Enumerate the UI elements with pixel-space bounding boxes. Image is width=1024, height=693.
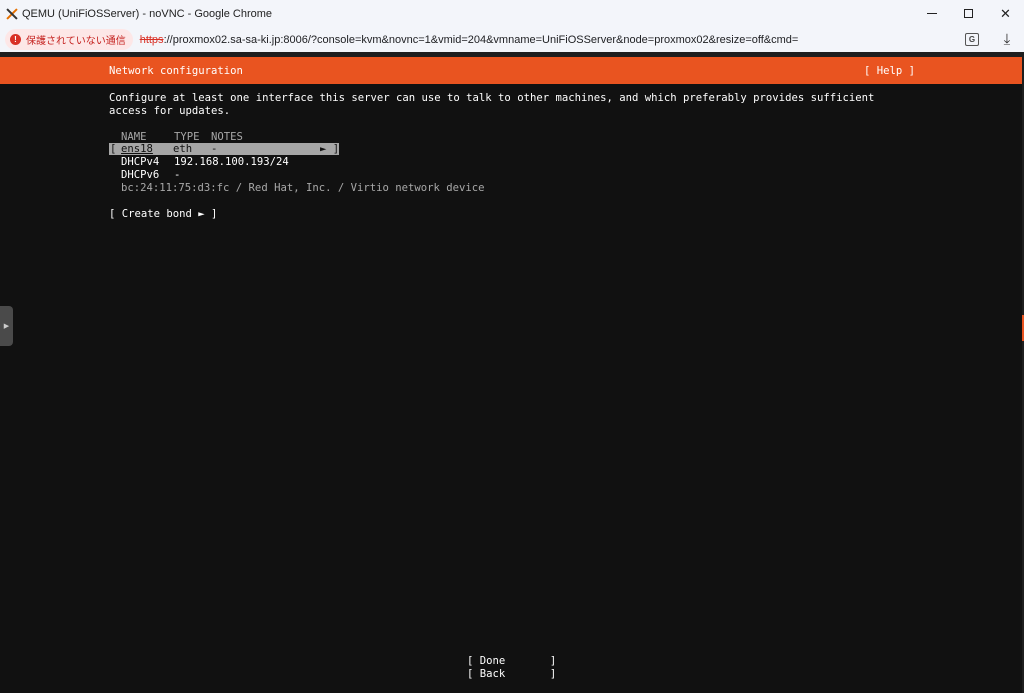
page-title: Network configuration [109,65,243,77]
translate-button[interactable]: G [963,30,981,48]
window-title: QEMU (UniFiOSServer) - noVNC - Google Ch… [22,7,273,20]
row-bracket-open: [ [110,143,117,155]
chevron-right-icon: ▶ [3,323,10,330]
installer-screen: Network configuration [ Help ] Configure… [0,57,1022,693]
back-button[interactable]: [ Back ] [467,668,556,681]
address-bar: ! 保護されていない通信 https://proxmox02.sa-sa-ki.… [0,27,1024,52]
done-button[interactable]: [ Done ] [467,655,556,668]
minimize-button[interactable] [913,0,950,27]
close-button[interactable]: ✕ [987,0,1024,27]
warning-icon: ! [10,34,21,45]
create-bond-button[interactable]: [ Create bond ► ] [109,208,217,221]
download-button[interactable]: ⤓ [998,30,1016,48]
translate-icon: G [965,32,979,46]
window-controls: ✕ [913,0,1024,27]
dhcpv4-label: DHCPv4 [121,156,160,168]
novnc-sidebar-handle[interactable]: ▶ [0,306,13,346]
url-scheme: https [139,33,164,46]
minimize-icon [926,13,937,14]
row-arrow-icon: ► ] [320,143,340,155]
dhcpv4-value: 192.168.100.193/24 [174,156,289,168]
browser-title-bar: QEMU (UniFiOSServer) - noVNC - Google Ch… [0,0,1024,27]
security-label: 保護されていない通信 [26,36,126,47]
interface-name: ens18 [121,143,153,155]
description-line-2: access for updates. [109,105,231,117]
hardware-info: bc:24:11:75:d3:fc / Red Hat, Inc. / Virt… [121,182,485,194]
proxmox-logo-icon [6,8,18,20]
installer-header: Network configuration [ Help ] [0,57,1022,84]
maximize-icon [964,9,973,18]
dhcpv6-label: DHCPv6 [121,169,160,181]
help-button[interactable]: [ Help ] [864,65,915,77]
interface-notes: - [211,143,218,155]
close-icon: ✕ [1000,5,1011,21]
interface-row-ens18[interactable]: [ ens18 eth - ► ] [109,143,339,155]
interface-type: eth [173,143,193,155]
maximize-button[interactable] [950,0,987,27]
url-rest: ://proxmox02.sa-sa-ki.jp:8006/?console=k… [163,33,799,46]
download-icon: ⤓ [1003,30,1011,48]
description-line-1: Configure at least one interface this se… [109,92,875,104]
dhcpv6-value: - [174,169,181,181]
vnc-viewport[interactable]: Network configuration [ Help ] Configure… [0,52,1024,693]
url-field[interactable]: https://proxmox02.sa-sa-ki.jp:8006/?cons… [140,34,799,46]
security-indicator[interactable]: ! 保護されていない通信 [5,29,133,50]
